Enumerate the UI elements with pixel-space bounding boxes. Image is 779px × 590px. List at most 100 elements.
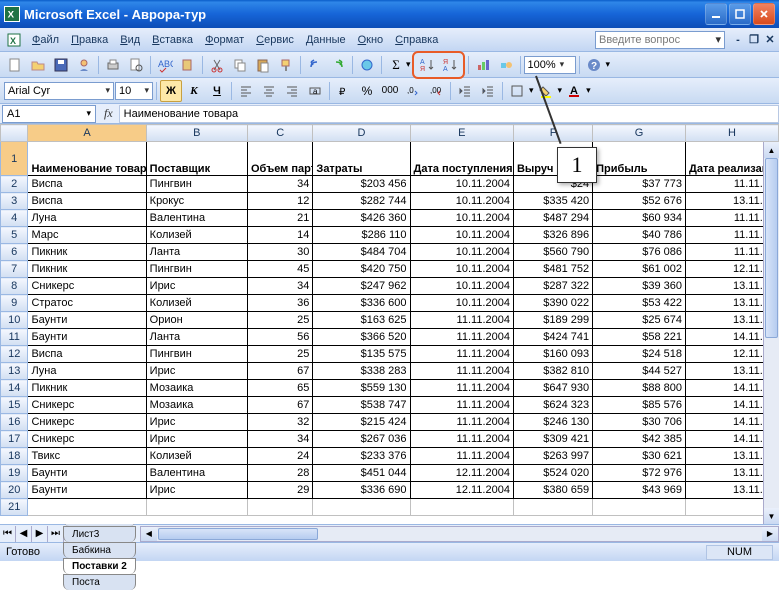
header-cell[interactable]: Объем партии, т	[247, 142, 312, 176]
cell[interactable]: $263 997	[513, 448, 592, 465]
cell[interactable]: 56	[247, 329, 312, 346]
menu-файл[interactable]: Файл	[26, 32, 65, 48]
cell[interactable]: $420 750	[313, 261, 410, 278]
row-header[interactable]: 13	[1, 363, 28, 380]
cell[interactable]: $85 576	[593, 397, 686, 414]
cell[interactable]	[146, 499, 247, 516]
cell[interactable]: $30 621	[593, 448, 686, 465]
horizontal-scrollbar[interactable]: ◀ ▶	[140, 526, 779, 542]
cell[interactable]: $42 385	[593, 431, 686, 448]
comma-style-button[interactable]: 000	[379, 80, 401, 102]
tab-nav-first[interactable]: ⏮	[0, 526, 16, 542]
cell[interactable]: Баунти	[28, 329, 146, 346]
font-size-combo[interactable]: 10▾	[115, 82, 153, 100]
cell[interactable]: Пингвин	[146, 261, 247, 278]
row-header[interactable]: 4	[1, 210, 28, 227]
sheet-tab-Поста[interactable]: Поста	[63, 574, 136, 590]
cell[interactable]: $647 930	[513, 380, 592, 397]
sort-ascending-button[interactable]: АЯ	[416, 54, 438, 76]
help-button[interactable]: ?	[583, 54, 605, 76]
workbook-icon[interactable]: X	[6, 32, 22, 48]
row-header[interactable]: 21	[1, 499, 28, 516]
scroll-left-button[interactable]: ◀	[141, 527, 157, 541]
row-header[interactable]: 11	[1, 329, 28, 346]
cell[interactable]: $53 422	[593, 295, 686, 312]
cell[interactable]: Ланта	[146, 244, 247, 261]
doc-restore-button[interactable]: ❐	[747, 33, 761, 47]
scroll-thumb-h[interactable]	[158, 528, 318, 540]
cell[interactable]: Виспа	[28, 346, 146, 363]
font-name-combo[interactable]: Arial Cyr▾	[4, 82, 114, 100]
cell[interactable]: 36	[247, 295, 312, 312]
header-cell[interactable]: Наименование товара	[28, 142, 146, 176]
align-center-button[interactable]	[258, 80, 280, 102]
cell[interactable]: Мозаика	[146, 397, 247, 414]
cell[interactable]: 12.11.2004	[410, 482, 513, 499]
cell[interactable]: Орион	[146, 312, 247, 329]
cut-button[interactable]	[206, 54, 228, 76]
cell[interactable]: $40 786	[593, 227, 686, 244]
cell[interactable]: 25	[247, 346, 312, 363]
cell[interactable]: $335 420	[513, 193, 592, 210]
row-header[interactable]: 18	[1, 448, 28, 465]
row-header[interactable]: 5	[1, 227, 28, 244]
cell[interactable]: $282 744	[313, 193, 410, 210]
cell[interactable]: 11.11.2004	[410, 312, 513, 329]
cell[interactable]: 34	[247, 278, 312, 295]
cell[interactable]: 25	[247, 312, 312, 329]
doc-close-button[interactable]: ✕	[763, 33, 777, 47]
autosum-button[interactable]: Σ	[385, 54, 407, 76]
cell[interactable]: $538 747	[313, 397, 410, 414]
cell[interactable]: $25 674	[593, 312, 686, 329]
cell[interactable]: $135 575	[313, 346, 410, 363]
cell[interactable]: Ланта	[146, 329, 247, 346]
cell[interactable]: $481 752	[513, 261, 592, 278]
cell[interactable]: $287 322	[513, 278, 592, 295]
cell[interactable]: $61 002	[593, 261, 686, 278]
cell[interactable]: 11.11.2004	[410, 329, 513, 346]
cell[interactable]: $37 773	[593, 176, 686, 193]
cell[interactable]: $326 896	[513, 227, 592, 244]
cell[interactable]: 45	[247, 261, 312, 278]
undo-button[interactable]	[304, 54, 326, 76]
cell[interactable]: Марс	[28, 227, 146, 244]
sort-descending-button[interactable]: ЯА	[439, 54, 461, 76]
cell[interactable]: $215 424	[313, 414, 410, 431]
scroll-thumb-v[interactable]	[765, 158, 778, 338]
cell[interactable]: Луна	[28, 210, 146, 227]
cell[interactable]: Пикник	[28, 261, 146, 278]
row-header[interactable]: 16	[1, 414, 28, 431]
cell[interactable]: 10.11.2004	[410, 261, 513, 278]
decrease-decimal-button[interactable]: ,00	[425, 80, 447, 102]
cell[interactable]: Валентина	[146, 210, 247, 227]
menu-формат[interactable]: Формат	[199, 32, 250, 48]
cell[interactable]: 11.11.2004	[410, 346, 513, 363]
cell[interactable]: 11.11.2004	[410, 414, 513, 431]
cell[interactable]: $72 976	[593, 465, 686, 482]
header-cell[interactable]: Дата поступления	[410, 142, 513, 176]
cell[interactable]: Баунти	[28, 482, 146, 499]
cell[interactable]: Ирис	[146, 414, 247, 431]
cell[interactable]: 24	[247, 448, 312, 465]
row-header-1[interactable]: 1	[1, 142, 28, 176]
row-header[interactable]: 14	[1, 380, 28, 397]
cell[interactable]	[247, 499, 312, 516]
cell[interactable]: 28	[247, 465, 312, 482]
doc-minimize-button[interactable]: -	[731, 33, 745, 47]
cell[interactable]: 10.11.2004	[410, 227, 513, 244]
hyperlink-button[interactable]	[356, 54, 378, 76]
new-button[interactable]	[4, 54, 26, 76]
cell[interactable]: 65	[247, 380, 312, 397]
cell[interactable]: Сникерс	[28, 414, 146, 431]
column-header-H[interactable]: H	[686, 125, 779, 142]
cell[interactable]: Мозаика	[146, 380, 247, 397]
row-header[interactable]: 3	[1, 193, 28, 210]
drawing-button[interactable]	[495, 54, 517, 76]
cell[interactable]: Крокус	[146, 193, 247, 210]
cell[interactable]: $336 600	[313, 295, 410, 312]
cell[interactable]: $163 625	[313, 312, 410, 329]
cell[interactable]: $380 659	[513, 482, 592, 499]
menu-справка[interactable]: Справка	[389, 32, 444, 48]
format-painter-button[interactable]	[275, 54, 297, 76]
header-cell[interactable]: Поставщик	[146, 142, 247, 176]
